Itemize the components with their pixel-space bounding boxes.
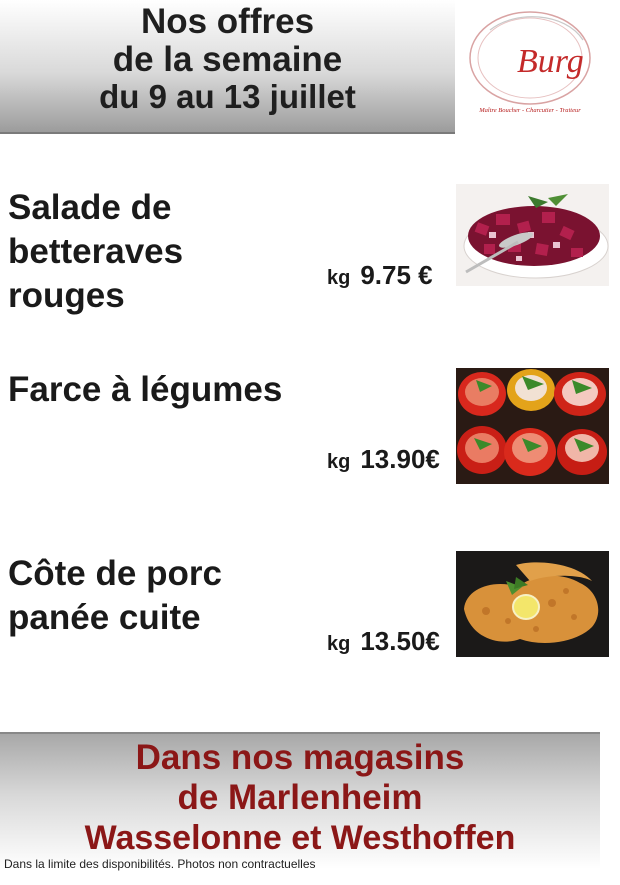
- product-name-breaded-pork-chop: Côte de porc panée cuite: [8, 554, 222, 637]
- footer-line-2: de Marlenheim: [177, 778, 423, 817]
- unit-label: kg: [327, 267, 351, 289]
- footer-line-1: Dans nos magasins: [135, 738, 465, 777]
- price-row-vegetable-stuffing: kg 13.90€: [327, 444, 440, 475]
- price-row-beet-salad: kg 9.75 €: [327, 260, 433, 291]
- footer-banner: Dans nos magasins de Marlenheim Wasselon…: [0, 732, 600, 869]
- page-title: Nos offres de la semaine du 9 au 13 juil…: [0, 4, 455, 116]
- product-name-beet-salad: Salade de betteraves rouges: [8, 188, 184, 315]
- breaded-pork-chop-photo: [456, 551, 609, 657]
- disclaimer: Dans la limite des disponibilités. Photo…: [4, 857, 316, 871]
- unit-label: kg: [327, 633, 351, 655]
- title-line-1: Nos offres: [140, 2, 315, 41]
- price-row-breaded-pork-chop: kg 13.50€: [327, 626, 440, 657]
- burg-logo: Burg Maître Boucher - Charcutier - Trait…: [455, 0, 605, 132]
- logo-tagline: Maître Boucher - Charcutier - Traiteur: [478, 107, 581, 114]
- unit-label: kg: [327, 451, 351, 473]
- product-name-vegetable-stuffing: Farce à légumes: [8, 370, 283, 409]
- store-locations: Dans nos magasins de Marlenheim Wasselon…: [0, 738, 600, 858]
- title-line-3: du 9 au 13 juillet: [99, 78, 356, 115]
- logo-graphic: Burg Maître Boucher - Charcutier - Trait…: [469, 11, 591, 114]
- logo-monogram: Burg: [517, 43, 584, 80]
- price-value: 9.75 €: [360, 260, 433, 290]
- stuffed-tomatoes-photo: [456, 368, 609, 484]
- header-banner: Nos offres de la semaine du 9 au 13 juil…: [0, 0, 455, 134]
- beetroot-salad-photo: [456, 184, 609, 286]
- price-value: 13.50€: [360, 626, 440, 656]
- price-value: 13.90€: [360, 444, 440, 474]
- footer-line-3: Wasselonne et Westhoffen: [84, 819, 516, 857]
- title-line-2: de la semaine: [112, 40, 343, 79]
